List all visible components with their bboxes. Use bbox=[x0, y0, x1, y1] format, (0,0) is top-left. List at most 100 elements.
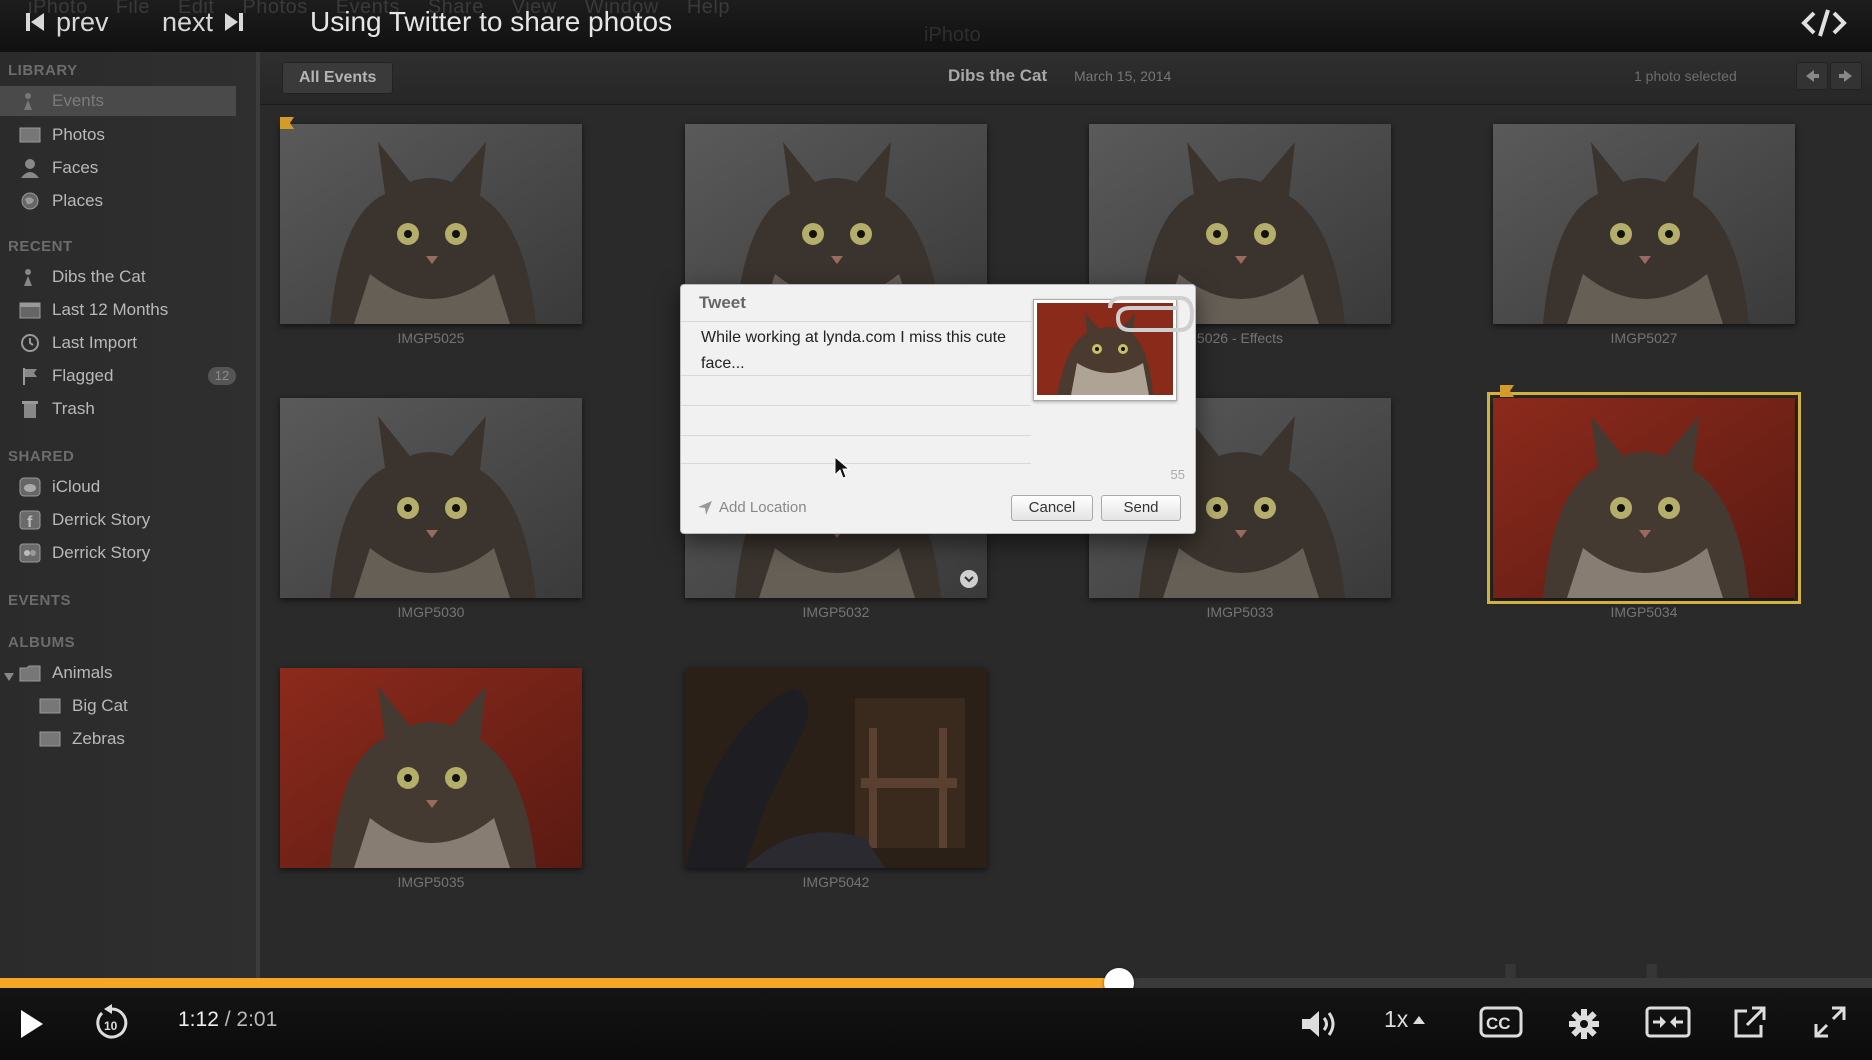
player-controls: 10 1:12 / 2:01 1x CC bbox=[0, 988, 1872, 1060]
albums-header: ALBUMS bbox=[8, 634, 76, 651]
skip-forward-icon bbox=[225, 13, 244, 31]
photo-caption: IMGP5025 bbox=[397, 330, 465, 346]
embed-code-button[interactable] bbox=[1800, 6, 1848, 40]
closed-captions-button[interactable]: CC bbox=[1478, 1004, 1524, 1040]
sidebar-item-label: Flagged bbox=[52, 366, 114, 385]
time-separator: / bbox=[218, 1008, 237, 1031]
event-date: March 15, 2014 bbox=[1074, 68, 1172, 84]
character-count: 55 bbox=[1170, 467, 1185, 482]
photo-thumbnail[interactable] bbox=[1487, 392, 1801, 604]
photo-caption: IMGP5042 bbox=[802, 874, 870, 890]
folder-icon bbox=[18, 663, 42, 683]
sidebar-item-label: Trash bbox=[52, 399, 95, 418]
disclosure-triangle-icon[interactable] bbox=[4, 667, 14, 687]
arrow-right-icon bbox=[1839, 70, 1852, 82]
next-arrow-button[interactable] bbox=[1830, 62, 1862, 90]
sidebar-item-trash[interactable]: Trash bbox=[0, 394, 236, 424]
code-icon bbox=[1801, 9, 1847, 37]
rewind-10-icon: 10 bbox=[96, 1004, 128, 1039]
sidebar-item-events[interactable]: Events bbox=[0, 86, 236, 116]
sidebar-item-label: iCloud bbox=[52, 477, 101, 496]
ghost-menu-item: Photos bbox=[242, 0, 308, 18]
video-top-bar: iPhoto File Edit Photos Events Share View Windo… bbox=[0, 0, 1872, 53]
fullscreen-button[interactable] bbox=[1810, 1002, 1850, 1042]
flag-icon bbox=[1500, 384, 1514, 397]
browser-header: All Events Dibs the Cat March 15, 2014 1… bbox=[260, 52, 1872, 105]
external-link-icon bbox=[1734, 1006, 1766, 1038]
sidebar-item-animals[interactable]: Animals bbox=[0, 658, 236, 688]
volume-button[interactable] bbox=[1298, 1002, 1344, 1046]
selection-count: 1 photo selected bbox=[1634, 68, 1737, 84]
collapse-width-icon bbox=[1645, 1006, 1691, 1038]
events-icon bbox=[18, 91, 42, 111]
photo-caption: IMGP5034 bbox=[1610, 604, 1678, 620]
calendar-icon bbox=[18, 300, 42, 320]
sidebar-item-facebook[interactable]: f Derrick Story bbox=[0, 505, 236, 535]
cat-photo bbox=[280, 398, 582, 598]
next-video-button[interactable]: next bbox=[162, 2, 245, 42]
duration: 2:01 bbox=[236, 1008, 278, 1031]
iphoto-sidebar: LIBRARY Events Photos Faces Places RECEN… bbox=[0, 52, 260, 978]
settings-button[interactable] bbox=[1564, 1004, 1604, 1044]
places-icon bbox=[18, 191, 42, 211]
previous-arrow-button[interactable] bbox=[1796, 62, 1828, 90]
sidebar-item-label: Animals bbox=[52, 663, 113, 682]
playback-speed-button[interactable]: 1x bbox=[1384, 1006, 1426, 1033]
cat-photo bbox=[1493, 398, 1795, 598]
caret-up-icon bbox=[1413, 1015, 1426, 1024]
video-title: Using Twitter to share photos bbox=[310, 6, 673, 37]
window-title: iPhoto bbox=[924, 24, 981, 46]
sidebar-item-flagged[interactable]: Flagged 12 bbox=[0, 361, 236, 391]
sidebar-item-label: Faces bbox=[52, 158, 99, 177]
video-progress-bar[interactable] bbox=[0, 968, 1872, 998]
sidebar-item-big-cat[interactable]: Big Cat bbox=[0, 691, 236, 721]
add-location-button[interactable]: Add Location bbox=[697, 499, 807, 516]
popout-button[interactable] bbox=[1730, 1002, 1770, 1042]
facebook-icon: f bbox=[18, 510, 42, 530]
flag-icon bbox=[18, 366, 42, 386]
tweet-text-area[interactable]: While working at lynda.com I miss this c… bbox=[701, 325, 1021, 377]
ghost-menu-item: Help bbox=[686, 0, 730, 18]
send-button[interactable]: Send bbox=[1101, 495, 1181, 521]
prev-video-button[interactable]: prev bbox=[24, 2, 109, 42]
fullscreen-icon bbox=[1814, 1006, 1846, 1038]
sidebar-item-icloud[interactable]: iCloud bbox=[0, 472, 236, 502]
tweet-dialog-title: Tweet bbox=[699, 293, 746, 312]
sidebar-item-places[interactable]: Places bbox=[0, 186, 236, 216]
sidebar-item-last-12-months[interactable]: Last 12 Months bbox=[0, 295, 236, 325]
photo-thumbnail[interactable] bbox=[280, 668, 582, 868]
paperclip-icon bbox=[1108, 296, 1195, 332]
play-button[interactable] bbox=[14, 1002, 50, 1046]
event-icon bbox=[18, 267, 42, 287]
sidebar-item-label: Derrick Story bbox=[52, 543, 151, 562]
photo-thumbnail[interactable] bbox=[685, 668, 987, 868]
theater-mode-button[interactable] bbox=[1644, 1004, 1692, 1040]
tweet-dialog: Tweet While working at lynda.com I miss … bbox=[680, 284, 1196, 534]
photo-info-chevron-icon[interactable] bbox=[960, 570, 978, 588]
sidebar-item-faces[interactable]: Faces bbox=[0, 153, 236, 183]
sidebar-item-flickr[interactable]: Derrick Story bbox=[0, 538, 236, 568]
photo-thumbnail[interactable] bbox=[1493, 124, 1795, 324]
shared-header: SHARED bbox=[8, 448, 75, 465]
prev-label: prev bbox=[56, 6, 109, 37]
rewind-10-button[interactable]: 10 bbox=[90, 1000, 134, 1046]
cat-photo bbox=[280, 124, 582, 324]
progress-fill bbox=[0, 978, 1120, 988]
sidebar-item-photos[interactable]: Photos bbox=[0, 120, 236, 150]
flag-icon bbox=[280, 116, 294, 129]
sidebar-item-zebras[interactable]: Zebras bbox=[0, 724, 236, 754]
icloud-icon bbox=[18, 477, 42, 497]
sidebar-item-label: Events bbox=[52, 91, 104, 110]
event-name: Dibs the Cat bbox=[948, 66, 1048, 85]
divider bbox=[681, 405, 1031, 406]
sidebar-item-label: Big Cat bbox=[72, 696, 128, 715]
photo-thumbnail[interactable] bbox=[280, 124, 582, 324]
sidebar-item-last-import[interactable]: Last Import bbox=[0, 328, 236, 358]
svg-text:f: f bbox=[27, 514, 33, 530]
all-events-button[interactable]: All Events bbox=[282, 62, 394, 94]
time-display: 1:12 / 2:01 bbox=[178, 1008, 277, 1032]
cancel-button[interactable]: Cancel bbox=[1011, 495, 1093, 521]
play-icon bbox=[21, 1010, 43, 1038]
photo-thumbnail[interactable] bbox=[280, 398, 582, 598]
sidebar-item-dibs-the-cat[interactable]: Dibs the Cat bbox=[0, 262, 236, 292]
